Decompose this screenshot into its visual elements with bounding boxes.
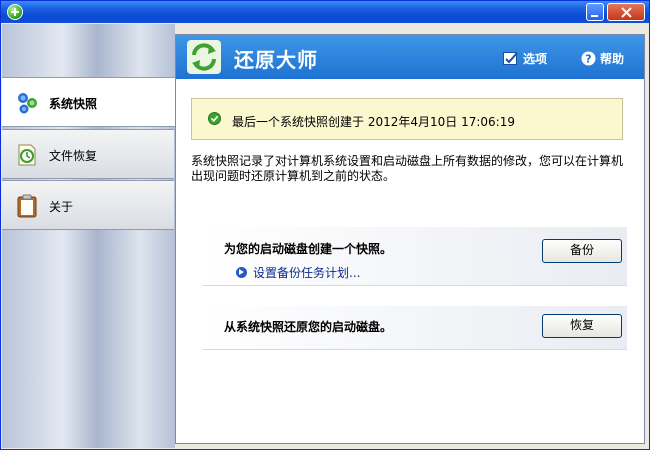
help-link[interactable]: ? 帮助 (581, 50, 624, 67)
backup-title: 为您的启动磁盘创建一个快照。 (224, 242, 393, 256)
options-icon (503, 52, 518, 65)
restore-button[interactable]: 恢复 (542, 314, 622, 338)
help-icon: ? (581, 51, 596, 66)
title-bar[interactable] (1, 1, 649, 23)
sidebar-item-file-restore[interactable]: 文件恢复 (2, 129, 174, 179)
sidebar-item-label: 关于 (49, 200, 74, 214)
status-banner: 最后一个系统快照创建于 2012年4月10日 17:06:19 (191, 98, 623, 140)
schedule-backup-link[interactable]: 设置备份任务计划... (236, 264, 360, 281)
sidebar-item-about[interactable]: 关于 (2, 180, 174, 230)
check-circle-icon (208, 112, 221, 125)
sidebar-item-label: 文件恢复 (49, 149, 98, 163)
description-text: 系统快照记录了对计算机系统设置和启动磁盘上所有数据的修改，您可以在计算机出现问题… (191, 154, 624, 183)
close-button[interactable] (607, 3, 645, 21)
help-label: 帮助 (600, 52, 625, 66)
main-panel: 还原大师 选项 ? 帮助 最后一个系统快照创建于 2012年4月10日 17:0… (175, 34, 645, 444)
restore-title: 从系统快照还原您的启动磁盘。 (224, 320, 393, 334)
close-icon (621, 7, 632, 18)
restore-logo-icon (187, 40, 221, 74)
options-label: 选项 (523, 52, 548, 66)
backup-section: 为您的启动磁盘创建一个快照。 备份 设置备份任务计划... (203, 227, 627, 286)
restore-section: 从系统快照还原您的启动磁盘。 恢复 (203, 306, 627, 350)
app-window: 系统快照 文件恢复 关于 还原大师 选项 ? 帮助 最后一个系统快照创建于 20… (0, 0, 650, 450)
clipboard-icon (17, 194, 37, 218)
sidebar: 系统快照 文件恢复 关于 (2, 24, 176, 448)
schedule-backup-label: 设置备份任务计划... (253, 266, 361, 280)
sidebar-item-label: 系统快照 (49, 97, 98, 111)
svg-text:?: ? (585, 53, 591, 66)
snapshot-icon (18, 93, 37, 114)
arrow-right-icon (236, 267, 247, 278)
app-icon (7, 4, 23, 20)
status-text: 最后一个系统快照创建于 2012年4月10日 17:06:19 (232, 115, 515, 129)
backup-button[interactable]: 备份 (542, 239, 622, 263)
sidebar-item-system-snapshot[interactable]: 系统快照 (2, 77, 176, 127)
file-restore-icon (18, 144, 36, 166)
options-link[interactable]: 选项 (503, 50, 547, 67)
header-bar: 还原大师 选项 ? 帮助 (176, 35, 644, 79)
minimize-button[interactable] (586, 3, 604, 21)
app-title: 还原大师 (234, 48, 318, 72)
